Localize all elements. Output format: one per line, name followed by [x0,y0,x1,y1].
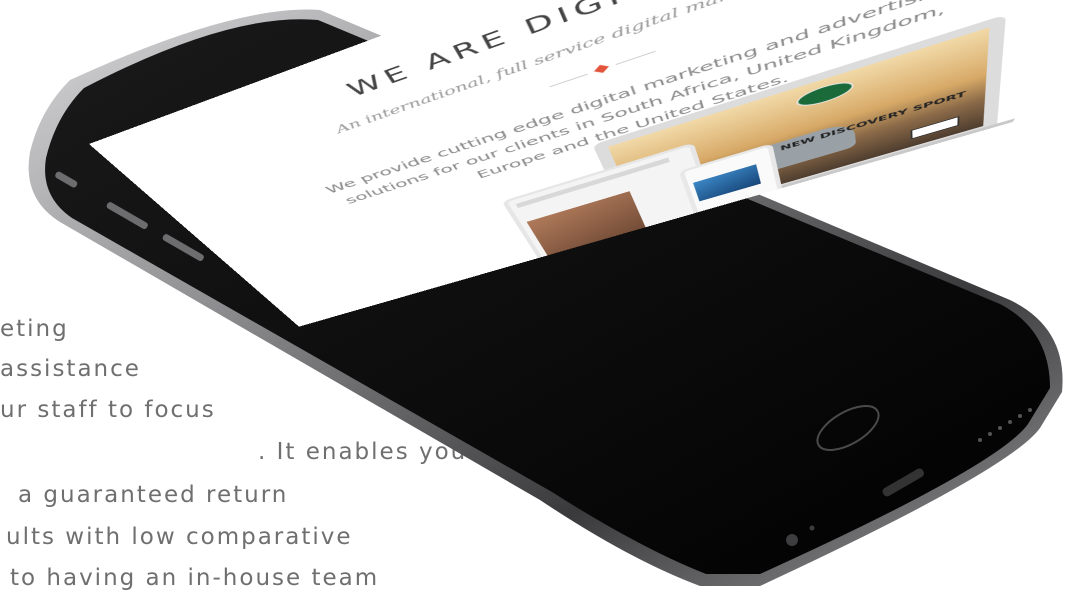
mic-hole [786,534,798,546]
accent-diamond-icon [593,64,609,73]
phone-screen: WE ARE DIGITAL FIRE An international, fu… [89,0,1068,327]
paragraph-line: a guaranteed return [18,482,289,508]
laptop-cta-button [910,116,960,140]
heading-divider [776,0,777,104]
volume-up-button [106,202,148,229]
volume-down-button [162,234,204,261]
tablet-mockup [501,142,720,271]
heading-line-2: TIGHT PROCE [812,70,1033,100]
laptop-mockup [592,14,1015,238]
heading-line-1: FAST DELIVE [812,12,1020,42]
paragraph-line: . It enables you to [258,439,504,465]
speaker-grille-icon [978,438,982,442]
home-button-icon [816,405,880,451]
paragraph-line: to having an in-house team [10,565,380,591]
portrait-image [526,191,649,263]
mute-switch [55,171,78,188]
car-image [688,120,857,193]
mini-phone-mockup [678,143,786,230]
lightning-port [882,468,924,497]
paragraph-line: ur staff to focus [0,397,216,423]
paragraph-line: assistance [0,356,141,382]
paragraph-line: eting [0,316,69,342]
paragraph-line: ults with low comparative [6,524,353,550]
accent-divider [548,47,657,90]
mini-phone-image [693,164,761,202]
